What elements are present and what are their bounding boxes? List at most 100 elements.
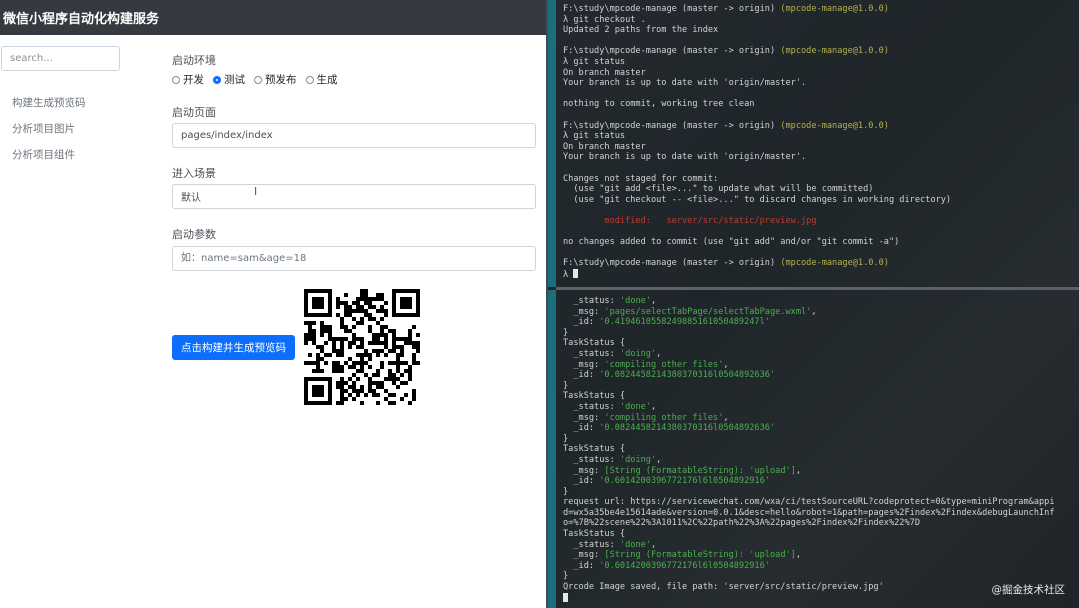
terminal-text: (use "git checkout -- <file>..." to disc… <box>563 194 952 205</box>
qr-module <box>336 305 340 309</box>
qr-module <box>360 365 364 369</box>
terminal-text: } <box>563 433 569 444</box>
qr-module <box>324 329 328 333</box>
env-radio-label: 生成 <box>316 74 338 86</box>
page-input[interactable] <box>172 123 536 148</box>
qr-module <box>352 301 356 305</box>
terminal-text: [String (FormatableString): 'upload'] <box>604 550 796 561</box>
qr-module <box>320 357 324 361</box>
qr-module <box>304 301 308 305</box>
qr-module <box>356 377 360 381</box>
qr-module <box>312 389 316 393</box>
qr-module <box>356 361 360 365</box>
qr-module <box>384 345 388 349</box>
qr-module <box>356 309 360 313</box>
qr-module <box>396 385 400 389</box>
qr-module <box>396 365 400 369</box>
qr-module <box>348 329 352 333</box>
terminal-line: (use "git add <file>..." to update what … <box>563 184 951 195</box>
qr-module <box>320 377 324 381</box>
terminal-line: F:\study\mpcode-manage (master -> origin… <box>563 46 951 57</box>
terminal-cursor <box>573 268 579 278</box>
terminal-line: _status: 'done', <box>563 296 1055 307</box>
qr-module <box>344 293 348 297</box>
qr-module <box>416 341 420 345</box>
qr-module <box>368 365 372 369</box>
qr-module <box>400 349 404 353</box>
env-radio-dev[interactable]: 开发 <box>172 72 204 87</box>
qr-module <box>388 329 392 333</box>
radio-circle-checked[interactable] <box>213 75 221 84</box>
terminal-line: Qrcode Image saved, file path: 'server/s… <box>563 582 1055 593</box>
terminal-split-bar[interactable] <box>556 287 1079 290</box>
qr-module <box>360 369 364 373</box>
qr-module <box>376 297 380 301</box>
qr-module <box>312 401 316 405</box>
qr-module <box>336 369 340 373</box>
qr-module <box>404 301 408 305</box>
terminal-text: _id: <box>563 317 600 328</box>
radio-circle[interactable] <box>254 75 262 84</box>
qr-module <box>316 393 320 397</box>
qr-module <box>324 313 328 317</box>
terminal-scrollbar-top[interactable] <box>548 0 556 287</box>
env-radio-prerelease[interactable]: 预发布 <box>254 72 297 87</box>
qr-module <box>400 361 404 365</box>
sidebar-item-analyze-images[interactable]: 分析项目图片 <box>12 121 75 136</box>
qr-module <box>400 297 404 301</box>
terminal-text: , <box>723 412 729 423</box>
qr-module <box>364 361 368 365</box>
qr-module <box>312 369 316 373</box>
qr-module <box>320 297 324 301</box>
params-input[interactable] <box>172 246 536 271</box>
radio-circle[interactable] <box>305 75 314 84</box>
qr-module <box>368 329 372 333</box>
sidebar-item-analyze-components[interactable]: 分析项目组件 <box>12 147 75 162</box>
qr-module <box>364 297 368 301</box>
terminal-scrollbar-bottom[interactable] <box>548 290 556 608</box>
qr-module <box>372 297 376 301</box>
qr-module <box>332 369 336 373</box>
qr-module <box>380 329 384 333</box>
qr-module <box>380 385 384 389</box>
qr-module <box>316 313 320 317</box>
qr-module <box>356 369 360 373</box>
qr-module <box>312 297 316 301</box>
qr-module <box>368 341 372 345</box>
qr-module <box>364 373 368 377</box>
qr-module <box>320 313 324 317</box>
terminal-text: Changes not staged for commit: <box>563 173 719 184</box>
qr-module <box>376 321 380 325</box>
qr-module <box>304 377 308 381</box>
scene-input[interactable] <box>172 184 536 209</box>
qr-module <box>356 305 360 309</box>
terminal-line: } <box>563 381 1055 392</box>
terminal-line: TaskStatus { <box>563 391 1055 402</box>
qr-module <box>388 393 392 397</box>
search-input[interactable] <box>1 46 120 71</box>
terminal-text: _id: <box>563 423 600 434</box>
terminal-text: , <box>656 454 662 465</box>
env-radio-production[interactable]: 生成 <box>305 72 338 87</box>
radio-circle[interactable] <box>172 75 180 84</box>
terminal-line: _msg: 'compiling other files', <box>563 360 1055 371</box>
terminal-text: _status: <box>563 296 620 306</box>
qr-module <box>392 329 396 333</box>
qr-module <box>304 337 308 341</box>
qr-module <box>328 377 332 381</box>
qr-module <box>352 361 356 365</box>
terminal-text: '0.6014200396772176l6l0504892916' <box>599 476 770 487</box>
env-radio-test[interactable]: 测试 <box>213 72 245 87</box>
qr-module <box>392 337 396 341</box>
qr-module <box>380 365 384 369</box>
sidebar-item-build-preview[interactable]: 构建生成预览码 <box>12 95 86 110</box>
qr-module <box>408 333 412 337</box>
qr-module <box>316 301 320 305</box>
qr-module <box>388 369 392 373</box>
terminal-text: (mpcode-manage@1.0.0) <box>780 258 889 269</box>
build-preview-button[interactable]: 点击构建并生成预览码 <box>172 335 295 360</box>
qr-module <box>416 345 420 349</box>
qr-module <box>356 301 360 305</box>
